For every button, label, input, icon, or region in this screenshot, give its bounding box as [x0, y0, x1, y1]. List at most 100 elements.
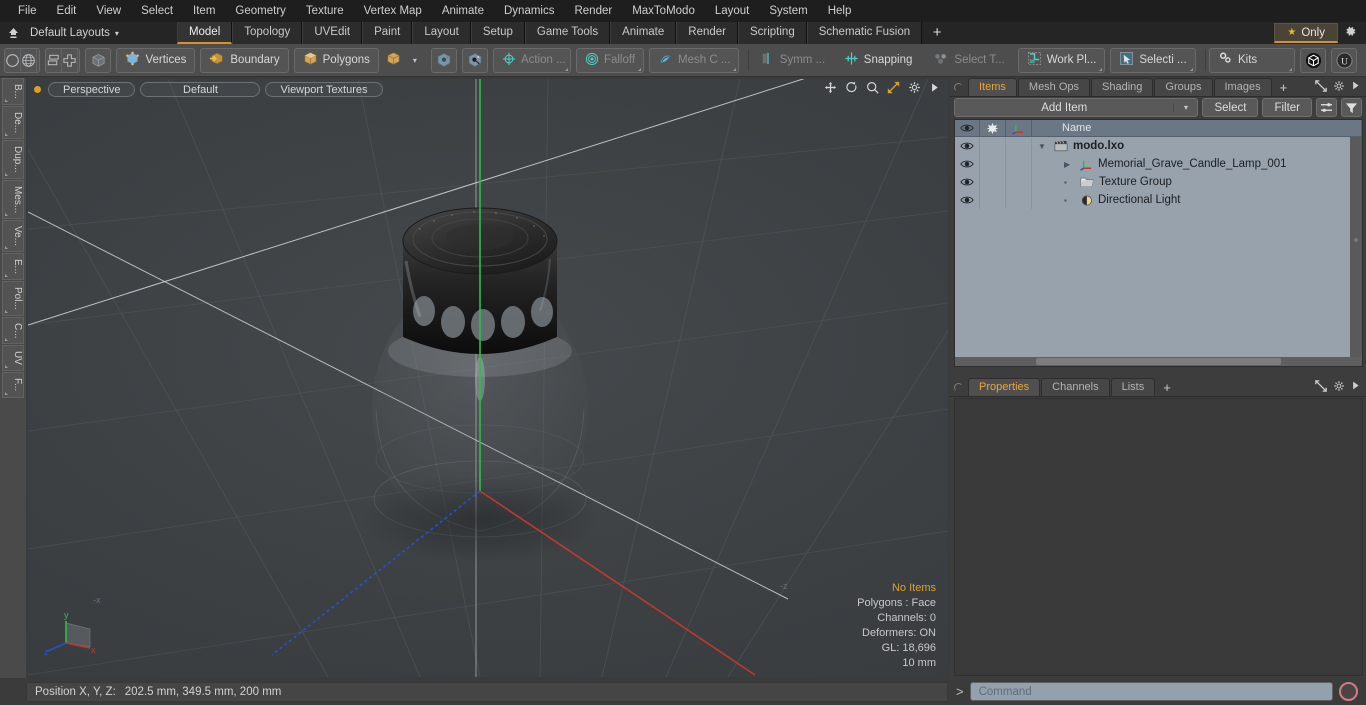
rotate-icon[interactable] [845, 81, 858, 97]
falloff-button[interactable]: Falloff [575, 47, 645, 73]
gear-icon[interactable] [1333, 380, 1345, 395]
menu-item-edit[interactable]: Edit [47, 0, 87, 22]
expand-icon[interactable] [1315, 79, 1327, 95]
left-rail-tab-5[interactable]: E... [2, 253, 24, 281]
left-rail-tab-8[interactable]: UV [2, 345, 24, 372]
cube-mode-dropdown[interactable]: ▾ [383, 47, 426, 73]
gear-icon[interactable] [1338, 25, 1362, 41]
expander-closed-icon[interactable]: ▶ [1064, 160, 1075, 169]
menu-item-system[interactable]: System [759, 0, 817, 22]
visibility-eye-icon[interactable] [955, 155, 980, 173]
chevron-down-icon[interactable]: ▾ [115, 29, 119, 38]
cube-icon[interactable] [85, 47, 112, 73]
tab-channels[interactable]: Channels [1041, 378, 1110, 396]
menu-item-vertex-map[interactable]: Vertex Map [354, 0, 432, 22]
tab-images[interactable]: Images [1213, 78, 1272, 96]
viewport-style-selector[interactable]: Default [140, 81, 261, 97]
only-toggle-button[interactable]: ★ Only [1274, 23, 1338, 43]
left-rail-tab-2[interactable]: Dup... [2, 140, 24, 179]
viewport-camera-selector[interactable]: Perspective [48, 81, 136, 97]
pen-icon[interactable] [37, 49, 39, 72]
arrow-right-icon[interactable] [1351, 80, 1360, 94]
falloff-center-icon[interactable] [461, 47, 488, 73]
viewport-textures-selector[interactable]: Viewport Textures [265, 81, 383, 97]
align-icon[interactable] [46, 48, 62, 72]
layout-tab-game-tools[interactable]: Game Tools [524, 22, 611, 44]
selection-mode-vertices[interactable]: Vertices [116, 47, 196, 73]
axis-column-header[interactable] [1006, 120, 1032, 136]
record-icon[interactable] [1339, 682, 1358, 701]
layout-tab-paint[interactable]: Paint [362, 22, 413, 44]
mesh-constraint-button[interactable]: Mesh C ... [649, 47, 740, 73]
action-center-button[interactable]: Action ... [492, 47, 571, 73]
command-input[interactable]: Command [969, 682, 1333, 701]
arrow-right-icon[interactable] [1351, 380, 1360, 394]
tab-shading[interactable]: Shading [1091, 78, 1154, 96]
row-add-cell[interactable] [980, 137, 1006, 155]
work-plane-button[interactable]: Work Pl... [1017, 47, 1106, 73]
left-rail-tab-3[interactable]: Mes... [2, 179, 24, 220]
tab-lists[interactable]: Lists [1110, 378, 1156, 396]
arrow-right-icon[interactable] [929, 81, 940, 97]
add-properties-tab-button[interactable]: + [1156, 379, 1178, 396]
menu-item-render[interactable]: Render [564, 0, 622, 22]
row-add-cell[interactable] [980, 155, 1006, 173]
modo-icon[interactable] [1300, 47, 1326, 73]
snapping-button[interactable]: Snapping [835, 47, 921, 73]
circle-icon[interactable] [5, 48, 21, 72]
menu-item-item[interactable]: Item [183, 0, 225, 22]
left-rail-tab-4[interactable]: Ve... [2, 220, 24, 253]
item-tree-vertical-scrollbar[interactable] [1350, 137, 1362, 357]
select-through-button[interactable]: Select T... [925, 47, 1013, 73]
layout-tab-uvedit[interactable]: UVEdit [302, 22, 363, 44]
selection-set-button[interactable]: Selecti ... [1110, 47, 1196, 73]
item-tree-row[interactable]: ▼ modo.lxo [955, 137, 1362, 155]
visibility-eye-icon[interactable] [955, 191, 980, 209]
menu-item-texture[interactable]: Texture [296, 0, 354, 22]
layout-tab-animate[interactable]: Animate [610, 22, 677, 44]
gear-icon[interactable] [1333, 80, 1345, 95]
item-tree-row[interactable]: ▪ Texture Group [955, 173, 1362, 191]
symmetry-button[interactable]: Symm ... [752, 47, 831, 73]
item-name-cell[interactable]: ▼ modo.lxo [1032, 140, 1362, 152]
move-icon[interactable] [824, 81, 837, 97]
axis-gizmo[interactable]: y x z [44, 605, 104, 663]
row-add-cell[interactable] [980, 191, 1006, 209]
visibility-eye-icon[interactable] [955, 137, 980, 155]
selection-mode-boundary[interactable]: Boundary [200, 47, 289, 73]
left-rail-tab-6[interactable]: Pol... [2, 281, 24, 316]
funnel-icon[interactable] [1341, 98, 1362, 117]
item-name-cell[interactable]: ▪ Texture Group [1032, 176, 1362, 188]
list-options-icon[interactable] [1316, 98, 1337, 117]
left-rail-tab-1[interactable]: De... [2, 106, 24, 140]
kits-button[interactable]: Kits [1209, 47, 1295, 73]
expand-icon[interactable] [1315, 379, 1327, 395]
left-rail-tab-0[interactable]: B... [2, 78, 24, 106]
tab-groups[interactable]: Groups [1154, 78, 1213, 96]
menu-item-help[interactable]: Help [818, 0, 862, 22]
chevron-down-icon[interactable]: ▾ [1173, 103, 1197, 112]
layout-title[interactable]: Default Layouts [26, 27, 110, 39]
add-items-tab-button[interactable]: + [1273, 79, 1295, 96]
row-axis-cell[interactable] [1006, 155, 1032, 173]
scrollbar-thumb[interactable] [1036, 358, 1281, 365]
item-name-cell[interactable]: ▪ Directional Light [1032, 194, 1362, 207]
select-button[interactable]: Select [1202, 98, 1259, 117]
tab-properties[interactable]: Properties [968, 378, 1041, 396]
filter-button[interactable]: Filter [1262, 98, 1312, 117]
boolean-icon[interactable] [78, 49, 80, 72]
row-axis-cell[interactable] [1006, 137, 1032, 155]
menu-item-view[interactable]: View [86, 0, 131, 22]
unreal-icon[interactable]: U [1331, 47, 1357, 73]
left-rail-tab-7[interactable]: C... [2, 316, 24, 345]
zoom-icon[interactable] [866, 81, 879, 97]
layout-tab-layout[interactable]: Layout [412, 22, 471, 44]
expander-open-icon[interactable]: ▼ [1038, 142, 1049, 151]
item-tree-row[interactable]: ▶ Memorial_Grave_Candle_Lamp_001 [955, 155, 1362, 173]
menu-item-geometry[interactable]: Geometry [225, 0, 296, 22]
layout-tab-topology[interactable]: Topology [232, 22, 303, 44]
menu-item-dynamics[interactable]: Dynamics [494, 0, 564, 22]
row-axis-cell[interactable] [1006, 173, 1032, 191]
layout-tab-render[interactable]: Render [676, 22, 738, 44]
gear-icon[interactable] [908, 81, 921, 97]
